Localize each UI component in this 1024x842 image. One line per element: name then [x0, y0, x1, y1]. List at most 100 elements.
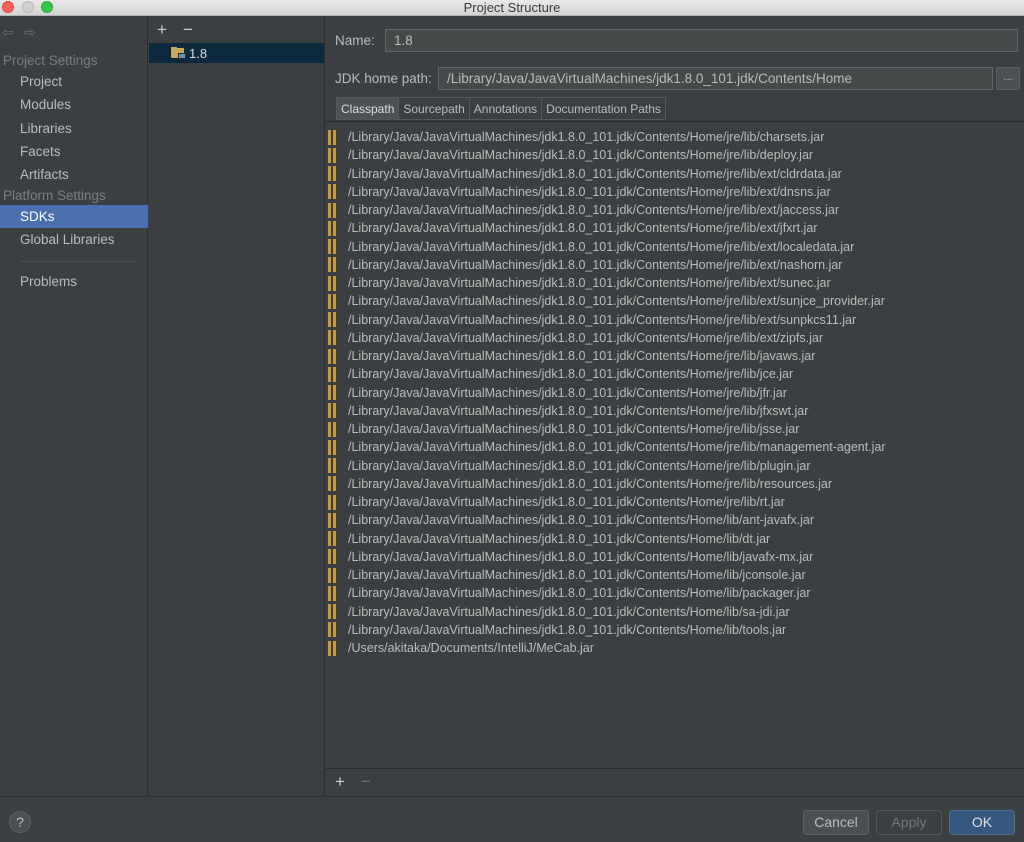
tab-sourcepath[interactable]: Sourcepath [398, 97, 469, 120]
classpath-list[interactable]: /Library/Java/JavaVirtualMachines/jdk1.8… [326, 121, 1024, 769]
jdk-home-label: JDK home path: [335, 71, 432, 86]
classpath-entry-path: /Library/Java/JavaVirtualMachines/jdk1.8… [348, 257, 843, 272]
name-label: Name: [335, 33, 375, 48]
sdk-list-item-label: 1.8 [189, 45, 208, 61]
classpath-entry-path: /Library/Java/JavaVirtualMachines/jdk1.8… [348, 166, 842, 181]
classpath-entry[interactable]: /Library/Java/JavaVirtualMachines/jdk1.8… [328, 311, 856, 329]
jar-icon [328, 604, 340, 619]
classpath-entry[interactable]: /Library/Java/JavaVirtualMachines/jdk1.8… [328, 183, 831, 201]
tab-documentation-paths[interactable]: Documentation Paths [541, 97, 666, 120]
ok-button[interactable]: OK [949, 810, 1015, 835]
jar-icon [328, 640, 340, 656]
classpath-entry-path: /Library/Java/JavaVirtualMachines/jdk1.8… [348, 458, 811, 473]
classpath-entry[interactable]: /Library/Java/JavaVirtualMachines/jdk1.8… [328, 365, 793, 383]
browse-button[interactable]: ... [996, 67, 1020, 90]
add-classpath-button[interactable]: + [332, 773, 348, 791]
jar-icon [328, 202, 340, 218]
classpath-entry[interactable]: /Library/Java/JavaVirtualMachines/jdk1.8… [328, 475, 832, 493]
classpath-entry[interactable]: /Library/Java/JavaVirtualMachines/jdk1.8… [328, 219, 817, 237]
classpath-entry[interactable]: /Library/Java/JavaVirtualMachines/jdk1.8… [328, 621, 786, 639]
classpath-entry[interactable]: /Library/Java/JavaVirtualMachines/jdk1.8… [328, 530, 770, 548]
add-sdk-button[interactable]: + [154, 21, 170, 39]
jar-icon [328, 549, 340, 565]
jar-icon [328, 458, 340, 473]
classpath-entry-path: /Library/Java/JavaVirtualMachines/jdk1.8… [348, 148, 814, 163]
help-button[interactable]: ? [9, 811, 31, 833]
forward-arrow-icon[interactable]: ⇨ [24, 25, 38, 39]
project-settings-header: Project Settings [3, 53, 98, 68]
classpath-entry[interactable]: /Library/Java/JavaVirtualMachines/jdk1.8… [328, 128, 824, 146]
classpath-entry-path: /Library/Java/JavaVirtualMachines/jdk1.8… [348, 476, 833, 491]
classpath-entry[interactable]: /Users/akitaka/Documents/IntelliJ/MeCab.… [328, 639, 594, 657]
classpath-entry[interactable]: /Library/Java/JavaVirtualMachines/jdk1.8… [328, 329, 823, 347]
jar-icon [328, 166, 340, 181]
classpath-entry[interactable]: /Library/Java/JavaVirtualMachines/jdk1.8… [328, 274, 831, 292]
tab-classpath[interactable]: Classpath [336, 97, 399, 120]
sidebar-item-project[interactable]: Project [0, 70, 148, 93]
classpath-entry-path: /Library/Java/JavaVirtualMachines/jdk1.8… [348, 330, 823, 345]
classpath-entry[interactable]: /Library/Java/JavaVirtualMachines/jdk1.8… [328, 201, 839, 219]
classpath-entry[interactable]: /Library/Java/JavaVirtualMachines/jdk1.8… [328, 402, 808, 420]
jar-icon [328, 366, 340, 382]
jdk-home-path-field[interactable]: /Library/Java/JavaVirtualMachines/jdk1.8… [438, 67, 993, 90]
classpath-entry[interactable]: /Library/Java/JavaVirtualMachines/jdk1.8… [328, 438, 886, 456]
classpath-entry-path: /Library/Java/JavaVirtualMachines/jdk1.8… [348, 495, 785, 509]
classpath-entry-path: /Library/Java/JavaVirtualMachines/jdk1.8… [348, 349, 816, 363]
tab-annotations[interactable]: Annotations [468, 97, 542, 120]
classpath-entry[interactable]: /Library/Java/JavaVirtualMachines/jdk1.8… [328, 292, 885, 310]
jar-icon [328, 147, 340, 163]
classpath-entry-path: /Library/Java/JavaVirtualMachines/jdk1.8… [348, 294, 885, 309]
sidebar-item-libraries[interactable]: Libraries [0, 117, 148, 140]
classpath-entry-path: /Library/Java/JavaVirtualMachines/jdk1.8… [348, 130, 825, 144]
sidebar-divider [20, 261, 136, 262]
jar-icon [328, 494, 340, 510]
jar-icon [328, 257, 340, 273]
classpath-entry[interactable]: /Library/Java/JavaVirtualMachines/jdk1.8… [328, 584, 811, 602]
classpath-entry[interactable]: /Library/Java/JavaVirtualMachines/jdk1.8… [328, 493, 785, 511]
classpath-entry[interactable]: /Library/Java/JavaVirtualMachines/jdk1.8… [328, 165, 842, 183]
remove-sdk-button[interactable]: − [180, 21, 196, 39]
jar-icon [328, 512, 340, 528]
jar-icon [328, 129, 340, 145]
classpath-entry[interactable]: /Library/Java/JavaVirtualMachines/jdk1.8… [328, 384, 787, 402]
sdk-name-field[interactable]: 1.8 [385, 29, 1018, 52]
classpath-entry-path: /Library/Java/JavaVirtualMachines/jdk1.8… [348, 604, 790, 619]
classpath-entry-path: /Library/Java/JavaVirtualMachines/jdk1.8… [348, 276, 831, 290]
back-arrow-icon[interactable]: ⇦ [2, 25, 16, 39]
classpath-entry[interactable]: /Library/Java/JavaVirtualMachines/jdk1.8… [328, 603, 790, 621]
classpath-entry[interactable]: /Library/Java/JavaVirtualMachines/jdk1.8… [328, 347, 815, 365]
jar-icon [328, 531, 340, 546]
apply-button[interactable]: Apply [876, 810, 942, 835]
sidebar-item-artifacts[interactable]: Artifacts [0, 163, 148, 186]
settings-sidebar: ⇦ ⇨ Project Settings Project Modules Lib… [0, 17, 148, 796]
classpath-entry[interactable]: /Library/Java/JavaVirtualMachines/jdk1.8… [328, 548, 813, 566]
classpath-entry-path: /Users/akitaka/Documents/IntelliJ/MeCab.… [348, 641, 594, 655]
classpath-entry[interactable]: /Library/Java/JavaVirtualMachines/jdk1.8… [328, 146, 813, 164]
sidebar-item-facets[interactable]: Facets [0, 140, 148, 163]
window-title: Project Structure [463, 0, 561, 15]
classpath-entry-path: /Library/Java/JavaVirtualMachines/jdk1.8… [348, 184, 831, 199]
sdk-detail-panel: Name: 1.8 JDK home path: /Library/Java/J… [326, 17, 1024, 796]
jar-icon [328, 220, 340, 236]
classpath-entry[interactable]: /Library/Java/JavaVirtualMachines/jdk1.8… [328, 511, 814, 529]
classpath-entry[interactable]: /Library/Java/JavaVirtualMachines/jdk1.8… [328, 457, 811, 475]
classpath-toolbar: + − [332, 773, 374, 791]
jar-icon [328, 622, 340, 638]
jar-icon [328, 293, 340, 309]
sidebar-item-sdks[interactable]: SDKs [0, 205, 148, 228]
window-title-bar: Project Structure [0, 0, 1024, 16]
remove-classpath-button[interactable]: − [358, 773, 374, 791]
sidebar-item-problems[interactable]: Problems [0, 270, 148, 293]
jar-icon [328, 439, 340, 455]
sidebar-item-global-libraries[interactable]: Global Libraries [0, 228, 148, 251]
jar-icon [328, 585, 340, 601]
sidebar-item-modules[interactable]: Modules [0, 93, 148, 116]
sdk-list-item[interactable]: 1.8 [149, 43, 324, 63]
classpath-entry[interactable]: /Library/Java/JavaVirtualMachines/jdk1.8… [328, 256, 842, 274]
cancel-button[interactable]: Cancel [803, 810, 869, 835]
classpath-entry-path: /Library/Java/JavaVirtualMachines/jdk1.8… [348, 568, 806, 582]
classpath-entry[interactable]: /Library/Java/JavaVirtualMachines/jdk1.8… [328, 420, 799, 438]
classpath-entry[interactable]: /Library/Java/JavaVirtualMachines/jdk1.8… [328, 566, 806, 584]
jar-icon [328, 567, 340, 583]
classpath-entry[interactable]: /Library/Java/JavaVirtualMachines/jdk1.8… [328, 238, 854, 256]
